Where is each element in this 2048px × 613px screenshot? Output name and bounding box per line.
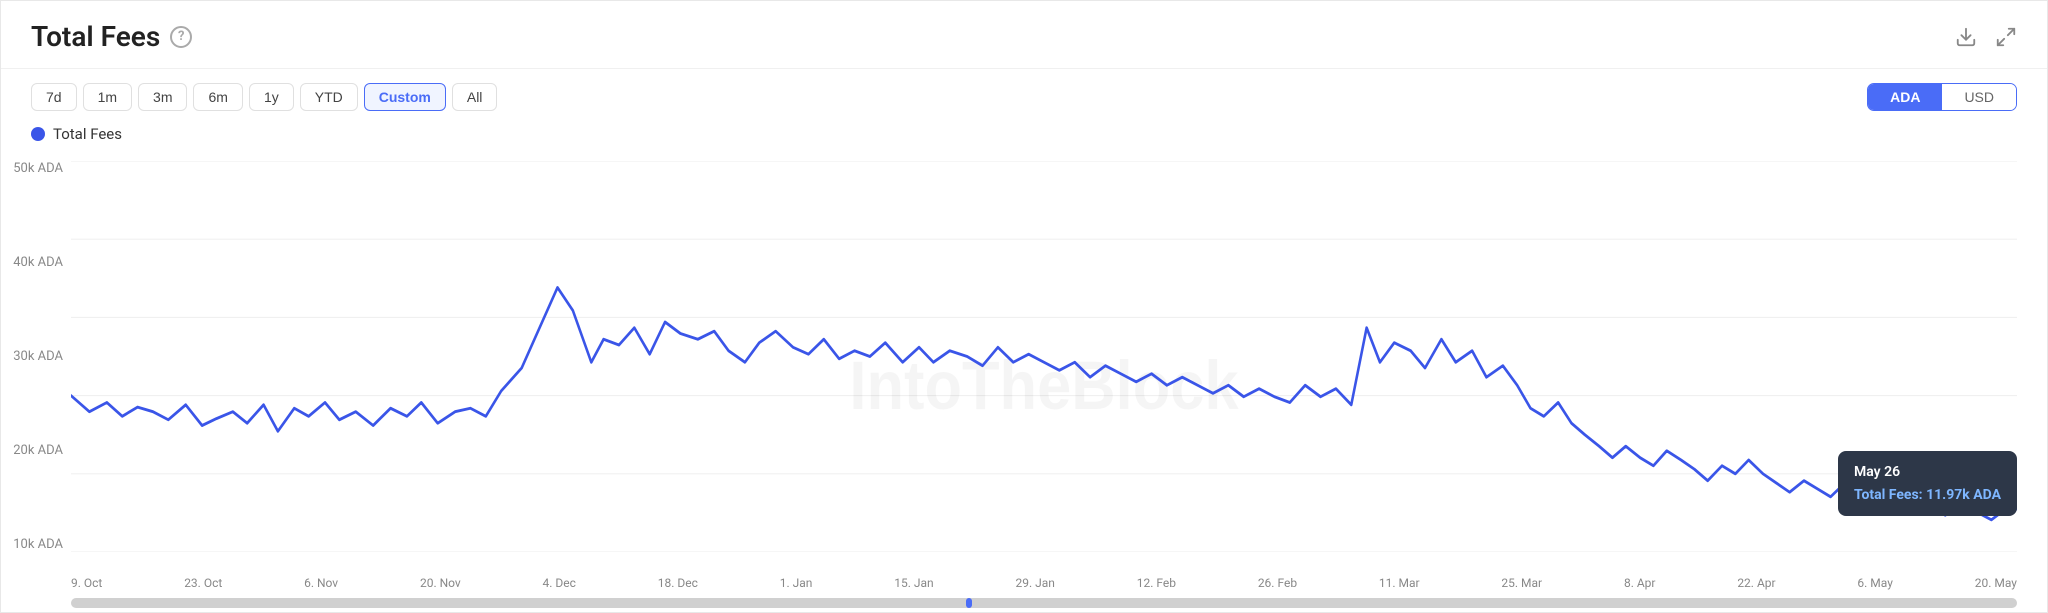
x-label-22apr: 22. Apr (1737, 576, 1775, 590)
filter-7d[interactable]: 7d (31, 83, 77, 111)
header-right (1955, 26, 2017, 48)
y-label-20k: 20k ADA (13, 443, 63, 458)
y-label-40k: 40k ADA (13, 255, 63, 270)
filter-custom[interactable]: Custom (364, 83, 446, 111)
x-axis: 9. Oct 23. Oct 6. Nov 20. Nov 4. Dec 18.… (71, 576, 2017, 590)
filter-ytd[interactable]: YTD (300, 83, 358, 111)
x-label-20nov: 20. Nov (420, 576, 461, 590)
time-filter-group: 7d 1m 3m 6m 1y YTD Custom All (31, 83, 497, 111)
scrollbar-thumb (71, 598, 2017, 608)
filter-1m[interactable]: 1m (83, 83, 132, 111)
x-label-20may: 20. May (1975, 576, 2017, 590)
x-label-4dec: 4. Dec (543, 576, 576, 590)
x-label-1jan: 1. Jan (780, 576, 813, 590)
legend-dot (31, 127, 45, 141)
help-icon[interactable]: ? (170, 26, 192, 48)
chart-svg-container: IntoTheBlock (71, 161, 2017, 552)
widget-header: Total Fees ? (1, 1, 2047, 69)
filter-all[interactable]: All (452, 83, 498, 111)
legend-label: Total Fees (53, 125, 122, 143)
y-label-10k: 10k ADA (13, 537, 63, 552)
expand-button[interactable] (1995, 26, 2017, 48)
x-label-9oct: 9. Oct (71, 576, 102, 590)
x-label-15jan: 15. Jan (894, 576, 933, 590)
x-label-23oct: 23. Oct (184, 576, 222, 590)
total-fees-widget: Total Fees ? 7d (0, 0, 2048, 613)
chart-controls: 7d 1m 3m 6m 1y YTD Custom All ADA USD (1, 69, 2047, 121)
currency-toggle: ADA USD (1867, 83, 2017, 111)
x-label-25mar: 25. Mar (1501, 576, 1542, 590)
chart-legend: Total Fees (1, 121, 2047, 151)
y-label-50k: 50k ADA (13, 161, 63, 176)
chart-endpoint-dot (2010, 496, 2017, 512)
x-label-6may: 6. May (1857, 576, 1892, 590)
filter-1y[interactable]: 1y (249, 83, 294, 111)
currency-usd[interactable]: USD (1942, 84, 2016, 110)
filter-6m[interactable]: 6m (193, 83, 242, 111)
download-button[interactable] (1955, 26, 1977, 48)
x-label-11mar: 11. Mar (1379, 576, 1420, 590)
widget-title: Total Fees (31, 20, 160, 53)
y-axis: 50k ADA 40k ADA 30k ADA 20k ADA 10k ADA (1, 161, 71, 552)
x-label-18dec: 18. Dec (658, 576, 698, 590)
header-left: Total Fees ? (31, 20, 192, 53)
x-label-26feb: 26. Feb (1258, 576, 1297, 590)
chart-scrollbar[interactable] (71, 598, 2017, 608)
line-chart: IntoTheBlock (71, 161, 2017, 552)
currency-ada[interactable]: ADA (1868, 84, 1942, 110)
x-label-29jan: 29. Jan (1016, 576, 1055, 590)
filter-3m[interactable]: 3m (138, 83, 187, 111)
scrollbar-indicator (966, 598, 972, 608)
x-label-8apr: 8. Apr (1624, 576, 1656, 590)
chart-area: 50k ADA 40k ADA 30k ADA 20k ADA 10k ADA … (1, 151, 2047, 596)
x-label-12feb: 12. Feb (1137, 576, 1176, 590)
y-label-30k: 30k ADA (13, 349, 63, 364)
x-label-6nov: 6. Nov (304, 576, 338, 590)
